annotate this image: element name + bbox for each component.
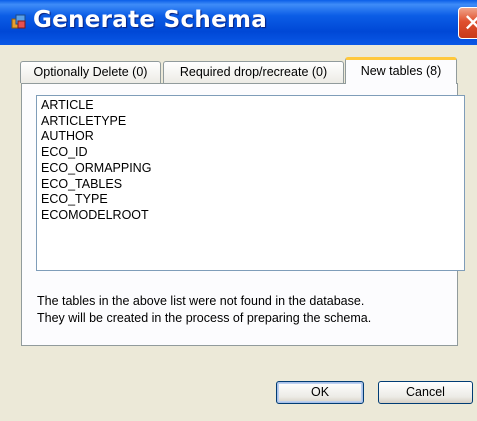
- new-tables-list[interactable]: ARTICLE ARTICLETYPE AUTHOR ECO_ID ECO_OR…: [36, 95, 465, 271]
- list-item[interactable]: ARTICLETYPE: [41, 114, 460, 130]
- list-item[interactable]: ECO_ORMAPPING: [41, 161, 460, 177]
- list-item[interactable]: ECOMODELROOT: [41, 208, 460, 224]
- info-text-line-1: The tables in the above list were not fo…: [37, 294, 365, 308]
- tab-optionally-delete[interactable]: Optionally Delete (0): [20, 61, 161, 83]
- title-bar[interactable]: Generate Schema ✕: [0, 0, 477, 45]
- tab-new-tables[interactable]: New tables (8): [345, 57, 457, 84]
- schema-app-icon: [11, 14, 26, 29]
- tab-panel-new-tables: ARTICLE ARTICLETYPE AUTHOR ECO_ID ECO_OR…: [21, 83, 465, 346]
- list-item[interactable]: ECO_ID: [41, 145, 460, 161]
- list-item[interactable]: ECO_TYPE: [41, 192, 460, 208]
- dialog-body: Optionally Delete (0) Required drop/recr…: [0, 45, 477, 421]
- list-item[interactable]: ECO_TABLES: [41, 177, 460, 193]
- window-title: Generate Schema: [33, 7, 268, 33]
- cancel-button[interactable]: Cancel: [378, 381, 473, 404]
- info-text-line-2: They will be created in the process of p…: [37, 311, 372, 325]
- list-item[interactable]: AUTHOR: [41, 129, 460, 145]
- tab-required-drop-recreate[interactable]: Required drop/recreate (0): [163, 61, 344, 83]
- ok-button[interactable]: OK: [276, 381, 364, 404]
- close-button[interactable]: ✕: [458, 7, 477, 39]
- generate-schema-dialog: Generate Schema ✕ Optionally Delete (0) …: [0, 0, 477, 421]
- close-icon: ✕: [463, 9, 477, 37]
- list-item[interactable]: ARTICLE: [41, 98, 460, 114]
